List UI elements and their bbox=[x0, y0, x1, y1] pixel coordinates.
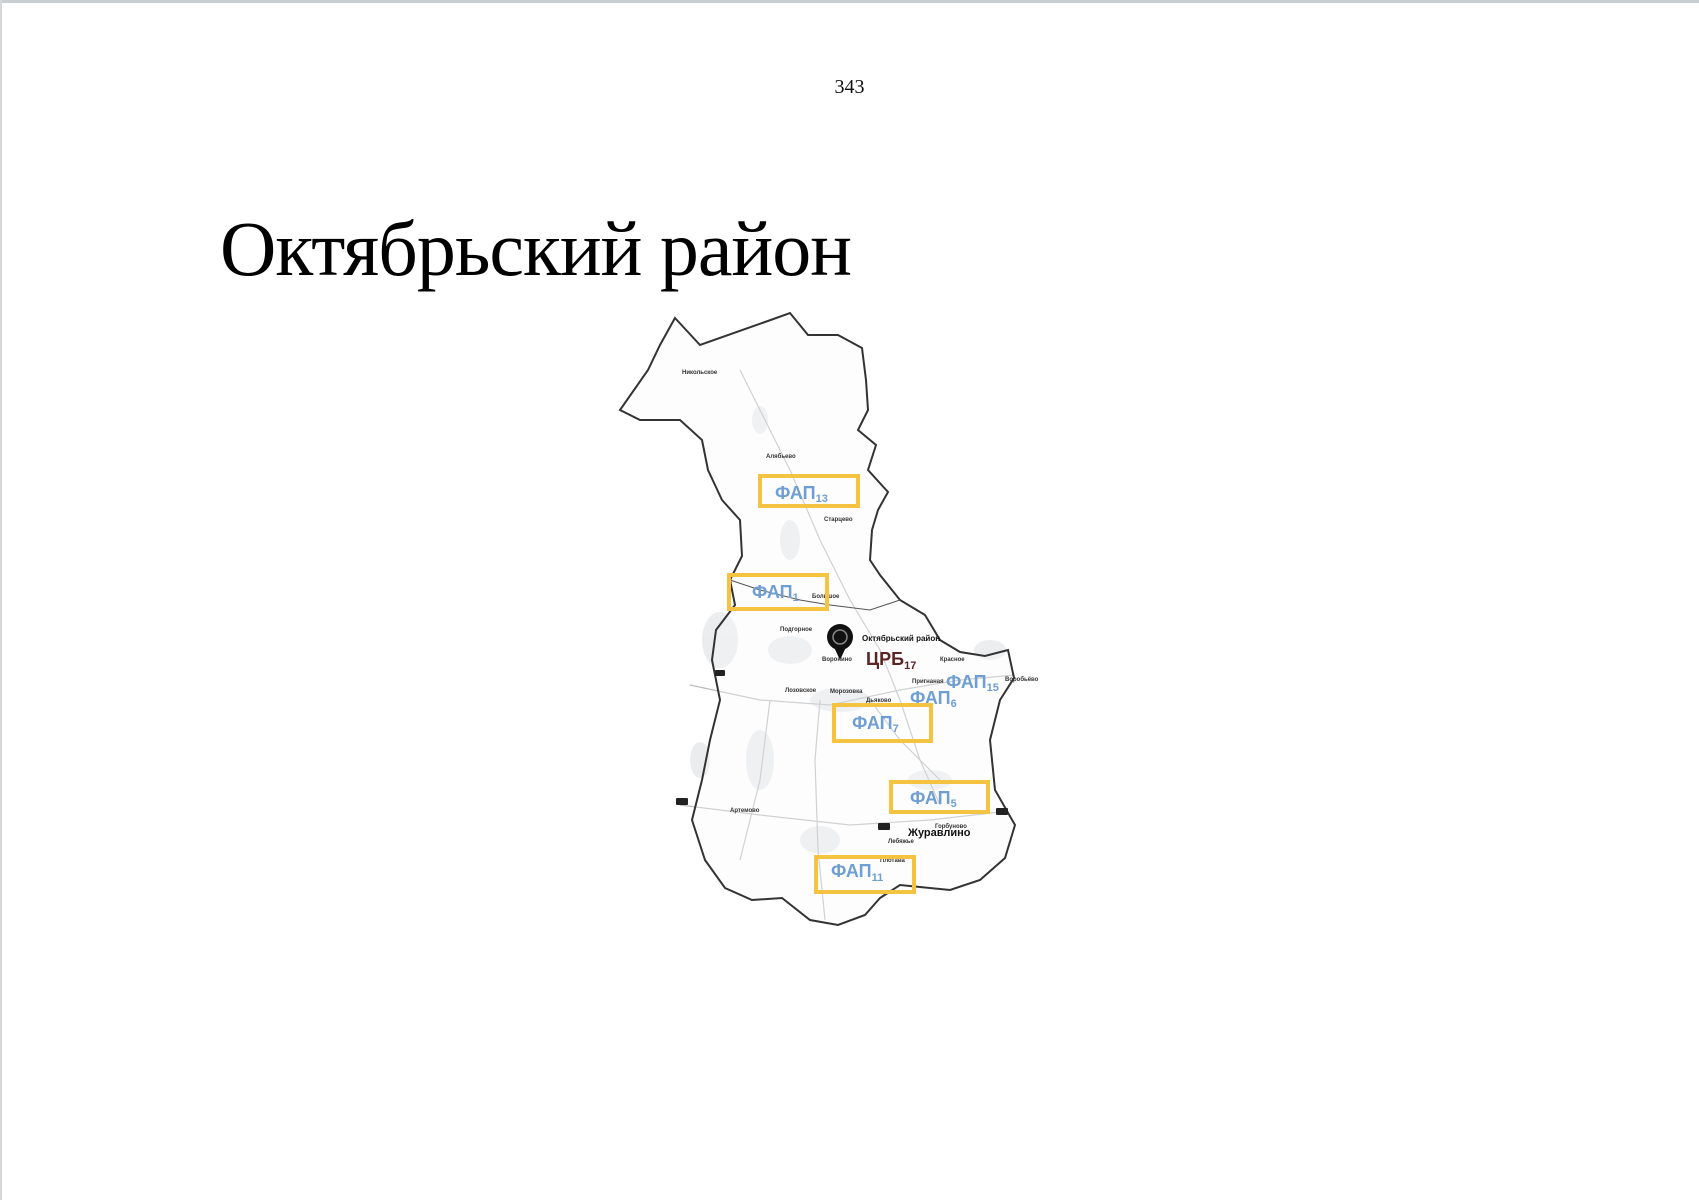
place-vorobievo: Воробьёво bbox=[1005, 676, 1039, 683]
place-morozovka: Морозовка bbox=[830, 689, 863, 695]
place-lozovskoe: Лозовское bbox=[785, 688, 817, 694]
place-krasnoe: Красное bbox=[940, 657, 965, 663]
place-gorbuno: Горбуново bbox=[935, 823, 967, 830]
place-lebyazhye: Лебяжье bbox=[888, 838, 915, 845]
svg-text:ФАП5: ФАП5 bbox=[910, 788, 957, 810]
place-artemovo: Артемово bbox=[730, 808, 760, 814]
place-nikolskoe: Никольское bbox=[682, 370, 718, 376]
place-starovo: Старцево bbox=[824, 517, 853, 523]
district-map: Никольское Алябьево Старцево Большое Под… bbox=[618, 311, 1039, 927]
place-alabino: Алябьево bbox=[766, 453, 796, 460]
place-podgornoe: Подгорное bbox=[780, 627, 813, 633]
place-voronino: Воронино bbox=[822, 657, 852, 663]
svg-text:ФАП1: ФАП1 bbox=[752, 582, 799, 604]
place-prignaya: Пригнаная bbox=[912, 679, 944, 685]
place-district: Октябрьский район bbox=[862, 634, 940, 643]
svg-text:ФАП7: ФАП7 bbox=[852, 713, 899, 735]
